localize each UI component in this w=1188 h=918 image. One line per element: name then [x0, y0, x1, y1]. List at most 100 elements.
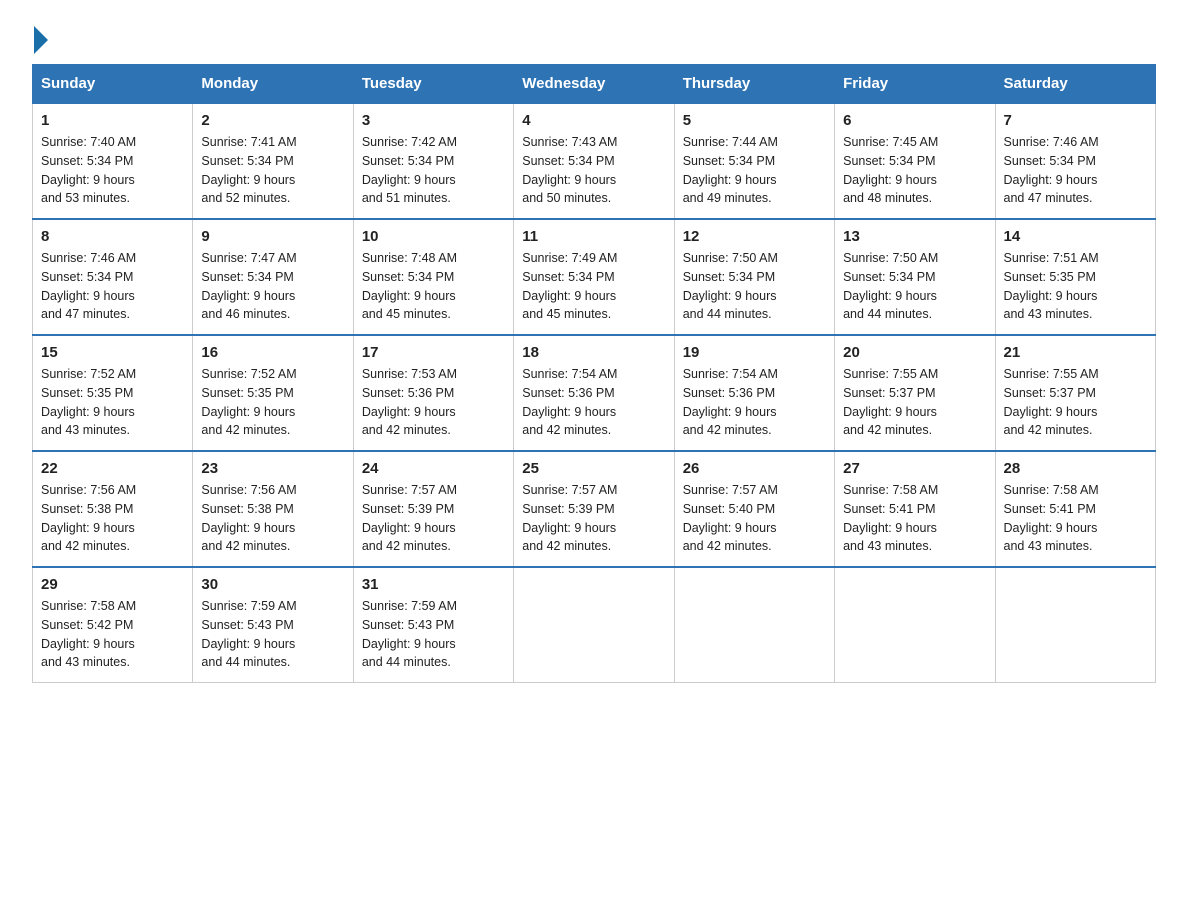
weekday-header-tuesday: Tuesday — [353, 65, 513, 104]
calendar-day-cell: 2 Sunrise: 7:41 AM Sunset: 5:34 PM Dayli… — [193, 103, 353, 219]
calendar-day-cell: 25 Sunrise: 7:57 AM Sunset: 5:39 PM Dayl… — [514, 451, 674, 567]
calendar-day-cell: 15 Sunrise: 7:52 AM Sunset: 5:35 PM Dayl… — [33, 335, 193, 451]
day-number: 2 — [201, 112, 344, 129]
day-info: Sunrise: 7:58 AM Sunset: 5:41 PM Dayligh… — [1004, 481, 1147, 556]
weekday-header-thursday: Thursday — [674, 65, 834, 104]
calendar-day-cell: 21 Sunrise: 7:55 AM Sunset: 5:37 PM Dayl… — [995, 335, 1155, 451]
day-info: Sunrise: 7:50 AM Sunset: 5:34 PM Dayligh… — [683, 249, 826, 324]
day-number: 3 — [362, 112, 505, 129]
calendar-day-cell: 12 Sunrise: 7:50 AM Sunset: 5:34 PM Dayl… — [674, 219, 834, 335]
calendar-week-row: 1 Sunrise: 7:40 AM Sunset: 5:34 PM Dayli… — [33, 103, 1156, 219]
calendar-day-cell: 24 Sunrise: 7:57 AM Sunset: 5:39 PM Dayl… — [353, 451, 513, 567]
calendar-empty-cell — [514, 567, 674, 683]
day-info: Sunrise: 7:44 AM Sunset: 5:34 PM Dayligh… — [683, 133, 826, 208]
calendar-day-cell: 29 Sunrise: 7:58 AM Sunset: 5:42 PM Dayl… — [33, 567, 193, 683]
calendar-empty-cell — [674, 567, 834, 683]
day-info: Sunrise: 7:57 AM Sunset: 5:39 PM Dayligh… — [522, 481, 665, 556]
day-number: 17 — [362, 344, 505, 361]
day-number: 13 — [843, 228, 986, 245]
day-info: Sunrise: 7:51 AM Sunset: 5:35 PM Dayligh… — [1004, 249, 1147, 324]
day-info: Sunrise: 7:57 AM Sunset: 5:40 PM Dayligh… — [683, 481, 826, 556]
day-info: Sunrise: 7:55 AM Sunset: 5:37 PM Dayligh… — [843, 365, 986, 440]
day-number: 28 — [1004, 460, 1147, 477]
day-number: 29 — [41, 576, 184, 593]
weekday-header-sunday: Sunday — [33, 65, 193, 104]
day-number: 14 — [1004, 228, 1147, 245]
day-number: 8 — [41, 228, 184, 245]
day-info: Sunrise: 7:42 AM Sunset: 5:34 PM Dayligh… — [362, 133, 505, 208]
day-info: Sunrise: 7:55 AM Sunset: 5:37 PM Dayligh… — [1004, 365, 1147, 440]
day-info: Sunrise: 7:54 AM Sunset: 5:36 PM Dayligh… — [683, 365, 826, 440]
day-info: Sunrise: 7:54 AM Sunset: 5:36 PM Dayligh… — [522, 365, 665, 440]
calendar-day-cell: 5 Sunrise: 7:44 AM Sunset: 5:34 PM Dayli… — [674, 103, 834, 219]
day-number: 24 — [362, 460, 505, 477]
calendar-day-cell: 20 Sunrise: 7:55 AM Sunset: 5:37 PM Dayl… — [835, 335, 995, 451]
calendar-day-cell: 10 Sunrise: 7:48 AM Sunset: 5:34 PM Dayl… — [353, 219, 513, 335]
calendar-day-cell: 28 Sunrise: 7:58 AM Sunset: 5:41 PM Dayl… — [995, 451, 1155, 567]
calendar-week-row: 22 Sunrise: 7:56 AM Sunset: 5:38 PM Dayl… — [33, 451, 1156, 567]
day-number: 9 — [201, 228, 344, 245]
day-info: Sunrise: 7:40 AM Sunset: 5:34 PM Dayligh… — [41, 133, 184, 208]
page-header — [32, 24, 1156, 48]
day-number: 23 — [201, 460, 344, 477]
logo-arrow-icon — [34, 26, 48, 54]
day-info: Sunrise: 7:52 AM Sunset: 5:35 PM Dayligh… — [41, 365, 184, 440]
calendar-day-cell: 23 Sunrise: 7:56 AM Sunset: 5:38 PM Dayl… — [193, 451, 353, 567]
calendar-day-cell: 30 Sunrise: 7:59 AM Sunset: 5:43 PM Dayl… — [193, 567, 353, 683]
day-number: 30 — [201, 576, 344, 593]
calendar-day-cell: 17 Sunrise: 7:53 AM Sunset: 5:36 PM Dayl… — [353, 335, 513, 451]
day-number: 21 — [1004, 344, 1147, 361]
day-info: Sunrise: 7:46 AM Sunset: 5:34 PM Dayligh… — [41, 249, 184, 324]
calendar-table: SundayMondayTuesdayWednesdayThursdayFrid… — [32, 64, 1156, 683]
day-number: 20 — [843, 344, 986, 361]
day-number: 18 — [522, 344, 665, 361]
day-number: 25 — [522, 460, 665, 477]
calendar-day-cell: 13 Sunrise: 7:50 AM Sunset: 5:34 PM Dayl… — [835, 219, 995, 335]
day-number: 10 — [362, 228, 505, 245]
calendar-day-cell: 8 Sunrise: 7:46 AM Sunset: 5:34 PM Dayli… — [33, 219, 193, 335]
logo — [32, 24, 48, 48]
calendar-week-row: 8 Sunrise: 7:46 AM Sunset: 5:34 PM Dayli… — [33, 219, 1156, 335]
calendar-day-cell: 9 Sunrise: 7:47 AM Sunset: 5:34 PM Dayli… — [193, 219, 353, 335]
calendar-day-cell: 3 Sunrise: 7:42 AM Sunset: 5:34 PM Dayli… — [353, 103, 513, 219]
calendar-week-row: 15 Sunrise: 7:52 AM Sunset: 5:35 PM Dayl… — [33, 335, 1156, 451]
calendar-day-cell: 14 Sunrise: 7:51 AM Sunset: 5:35 PM Dayl… — [995, 219, 1155, 335]
day-info: Sunrise: 7:43 AM Sunset: 5:34 PM Dayligh… — [522, 133, 665, 208]
calendar-day-cell: 4 Sunrise: 7:43 AM Sunset: 5:34 PM Dayli… — [514, 103, 674, 219]
calendar-day-cell: 11 Sunrise: 7:49 AM Sunset: 5:34 PM Dayl… — [514, 219, 674, 335]
day-number: 27 — [843, 460, 986, 477]
day-number: 11 — [522, 228, 665, 245]
weekday-header-wednesday: Wednesday — [514, 65, 674, 104]
day-number: 12 — [683, 228, 826, 245]
day-info: Sunrise: 7:47 AM Sunset: 5:34 PM Dayligh… — [201, 249, 344, 324]
calendar-day-cell: 18 Sunrise: 7:54 AM Sunset: 5:36 PM Dayl… — [514, 335, 674, 451]
day-number: 1 — [41, 112, 184, 129]
calendar-header-row: SundayMondayTuesdayWednesdayThursdayFrid… — [33, 65, 1156, 104]
calendar-day-cell: 31 Sunrise: 7:59 AM Sunset: 5:43 PM Dayl… — [353, 567, 513, 683]
calendar-day-cell: 16 Sunrise: 7:52 AM Sunset: 5:35 PM Dayl… — [193, 335, 353, 451]
day-info: Sunrise: 7:46 AM Sunset: 5:34 PM Dayligh… — [1004, 133, 1147, 208]
calendar-week-row: 29 Sunrise: 7:58 AM Sunset: 5:42 PM Dayl… — [33, 567, 1156, 683]
day-number: 5 — [683, 112, 826, 129]
day-number: 15 — [41, 344, 184, 361]
day-number: 26 — [683, 460, 826, 477]
calendar-day-cell: 7 Sunrise: 7:46 AM Sunset: 5:34 PM Dayli… — [995, 103, 1155, 219]
day-info: Sunrise: 7:56 AM Sunset: 5:38 PM Dayligh… — [201, 481, 344, 556]
day-number: 16 — [201, 344, 344, 361]
day-info: Sunrise: 7:59 AM Sunset: 5:43 PM Dayligh… — [362, 597, 505, 672]
day-info: Sunrise: 7:53 AM Sunset: 5:36 PM Dayligh… — [362, 365, 505, 440]
day-number: 22 — [41, 460, 184, 477]
weekday-header-monday: Monday — [193, 65, 353, 104]
weekday-header-friday: Friday — [835, 65, 995, 104]
calendar-empty-cell — [835, 567, 995, 683]
day-info: Sunrise: 7:45 AM Sunset: 5:34 PM Dayligh… — [843, 133, 986, 208]
day-info: Sunrise: 7:56 AM Sunset: 5:38 PM Dayligh… — [41, 481, 184, 556]
calendar-day-cell: 27 Sunrise: 7:58 AM Sunset: 5:41 PM Dayl… — [835, 451, 995, 567]
day-number: 31 — [362, 576, 505, 593]
day-number: 4 — [522, 112, 665, 129]
day-info: Sunrise: 7:41 AM Sunset: 5:34 PM Dayligh… — [201, 133, 344, 208]
day-number: 6 — [843, 112, 986, 129]
day-number: 7 — [1004, 112, 1147, 129]
day-info: Sunrise: 7:48 AM Sunset: 5:34 PM Dayligh… — [362, 249, 505, 324]
calendar-day-cell: 6 Sunrise: 7:45 AM Sunset: 5:34 PM Dayli… — [835, 103, 995, 219]
